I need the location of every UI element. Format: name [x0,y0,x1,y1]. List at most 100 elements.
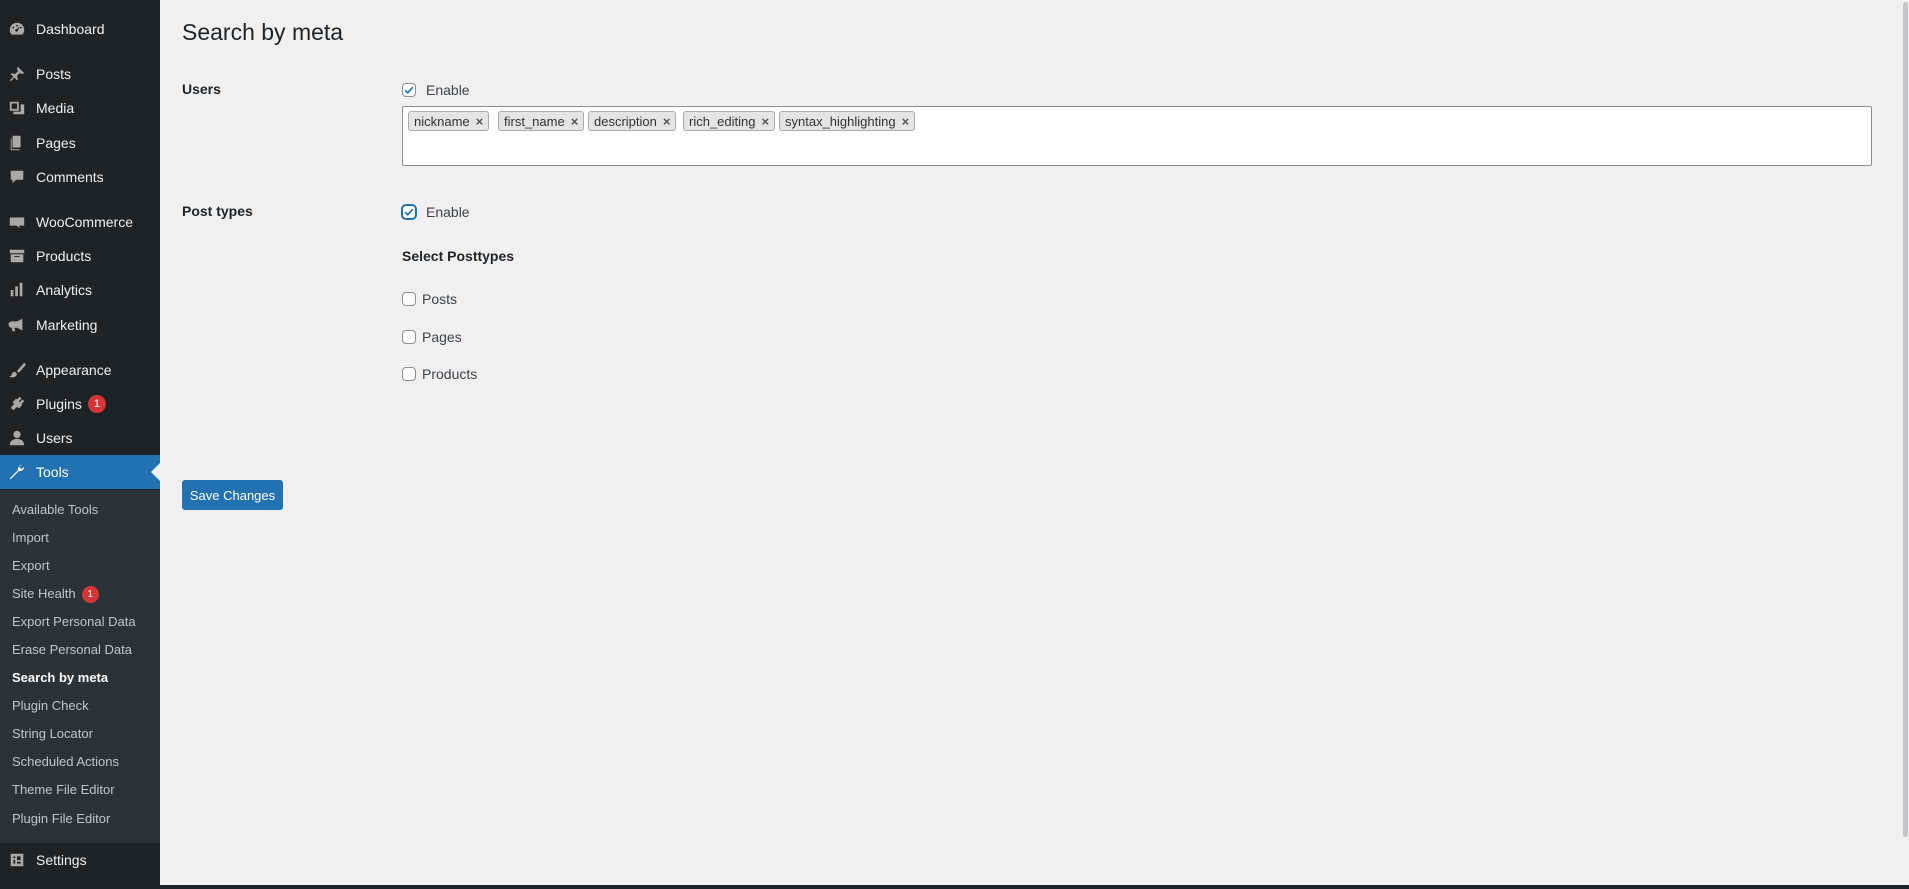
checkmark-icon [404,86,414,94]
menu-media[interactable]: Media [0,91,160,125]
menu-settings[interactable]: Settings [0,843,160,877]
menu-woocommerce-label: WooCommerce [36,214,133,230]
meta-tag-label: rich_editing [689,113,756,129]
page-scrollbar[interactable] [1901,0,1909,885]
site-health-badge: 1 [81,585,99,603]
menu-pages-label: Pages [36,135,76,151]
posttype-pages-checkbox[interactable] [402,330,416,344]
users-row-label: Users [182,81,221,97]
submenu-erase-personal-data[interactable]: Erase Personal Data [12,640,132,660]
users-enable-label: Enable [426,82,470,98]
admin-sidebar: Dashboard Posts Media Pages Comments Woo… [0,0,160,889]
posttype-products-checkbox[interactable] [402,367,416,381]
menu-products-label: Products [36,248,92,264]
menu-plugins-label: Plugins [36,396,82,412]
scrollbar-thumb[interactable] [1903,2,1908,837]
posttype-option-pages: Pages [402,329,462,345]
plugin-icon [7,394,27,414]
meta-tag: nickname × [408,111,490,131]
menu-tools-label: Tools [36,464,69,480]
menu-settings-label: Settings [36,852,87,868]
menu-users-label: Users [36,430,73,446]
submenu-import[interactable]: Import [12,528,49,548]
menu-posts[interactable]: Posts [0,57,160,91]
woo-icon [7,212,27,232]
menu-dashboard[interactable]: Dashboard [0,12,160,46]
settings-icon [7,850,27,870]
meta-tag-label: first_name [504,113,565,129]
menu-plugins[interactable]: Plugins 1 [0,387,160,421]
remove-tag-icon[interactable]: × [476,114,484,129]
users-enable-row: Enable [402,82,470,98]
post-types-enable-checkbox[interactable] [402,205,416,219]
brush-icon [7,360,27,380]
submenu-search-by-meta[interactable]: Search by meta [12,668,108,688]
meta-tag-label: syntax_highlighting [785,113,896,129]
submenu-scheduled-actions[interactable]: Scheduled Actions [12,752,119,772]
post-types-row-label: Post types [182,203,253,219]
megaphone-icon [7,315,27,335]
select-posttypes-heading: Select Posttypes [402,248,515,264]
submenu-plugin-file-editor[interactable]: Plugin File Editor [12,809,110,829]
submenu-label: Import [12,530,49,545]
menu-analytics[interactable]: Analytics [0,273,160,307]
post-types-enable-row: Enable [402,204,470,220]
meta-tag: first_name × [498,111,585,131]
posttype-option-label: Pages [422,329,462,345]
comment-icon [7,167,27,187]
submenu-plugin-check[interactable]: Plugin Check [12,696,89,716]
menu-marketing-label: Marketing [36,317,98,333]
posttype-option-products: Products [402,366,477,382]
user-icon [7,428,27,448]
remove-tag-icon[interactable]: × [571,114,579,129]
checkmark-icon [404,208,414,216]
menu-media-label: Media [36,100,75,116]
submenu-available-tools[interactable]: Available Tools [12,500,98,520]
posttype-option-label: Posts [422,291,458,307]
menu-tools[interactable]: Tools [0,455,160,489]
submenu-site-health[interactable]: Site Health 1 [12,584,99,604]
submenu-label: Search by meta [12,670,109,685]
submenu-label: String Locator [12,726,93,741]
plugins-update-badge: 1 [87,395,106,413]
main-content: Search by meta Users Enable nickname × f… [182,0,1882,885]
bottom-edge [0,885,1909,889]
save-changes-button[interactable]: Save Changes [182,480,283,510]
submenu-export[interactable]: Export [12,556,50,576]
page-title: Search by meta [182,19,344,45]
submenu-string-locator[interactable]: String Locator [12,724,93,744]
submenu-label: Site Health [12,586,76,601]
remove-tag-icon[interactable]: × [762,114,770,129]
pin-icon [7,64,27,84]
submenu-export-personal-data[interactable]: Export Personal Data [12,612,136,632]
submenu-label: Plugin Check [12,698,89,713]
menu-woocommerce[interactable]: WooCommerce [0,205,160,239]
menu-comments-label: Comments [36,169,104,185]
submenu-label: Export Personal Data [12,614,136,629]
posttype-posts-checkbox[interactable] [402,292,416,306]
users-enable-checkbox[interactable] [402,83,416,97]
menu-products[interactable]: Products [0,239,160,273]
menu-marketing[interactable]: Marketing [0,308,160,342]
submenu-theme-file-editor[interactable]: Theme File Editor [12,780,115,800]
user-meta-tags-input[interactable]: nickname × first_name × description × ri… [402,106,1872,166]
bar-chart-icon [7,280,27,300]
menu-users[interactable]: Users [0,421,160,455]
archive-icon [7,246,27,266]
menu-appearance[interactable]: Appearance [0,353,160,387]
menu-posts-label: Posts [36,66,72,82]
submenu-label: Erase Personal Data [12,642,132,657]
post-types-enable-label: Enable [426,204,470,220]
menu-comments[interactable]: Comments [0,160,160,194]
tools-submenu: Available Tools Import Export Site Healt… [0,490,160,843]
menu-pages[interactable]: Pages [0,126,160,160]
remove-tag-icon[interactable]: × [663,114,671,129]
remove-tag-icon[interactable]: × [902,114,910,129]
meta-tag: rich_editing × [683,111,776,131]
menu-appearance-label: Appearance [36,362,112,378]
dashboard-icon [7,19,27,39]
submenu-label: Theme File Editor [12,782,115,797]
meta-tag: description × [588,111,677,131]
submenu-label: Scheduled Actions [12,754,119,769]
submenu-label: Plugin File Editor [12,811,111,826]
